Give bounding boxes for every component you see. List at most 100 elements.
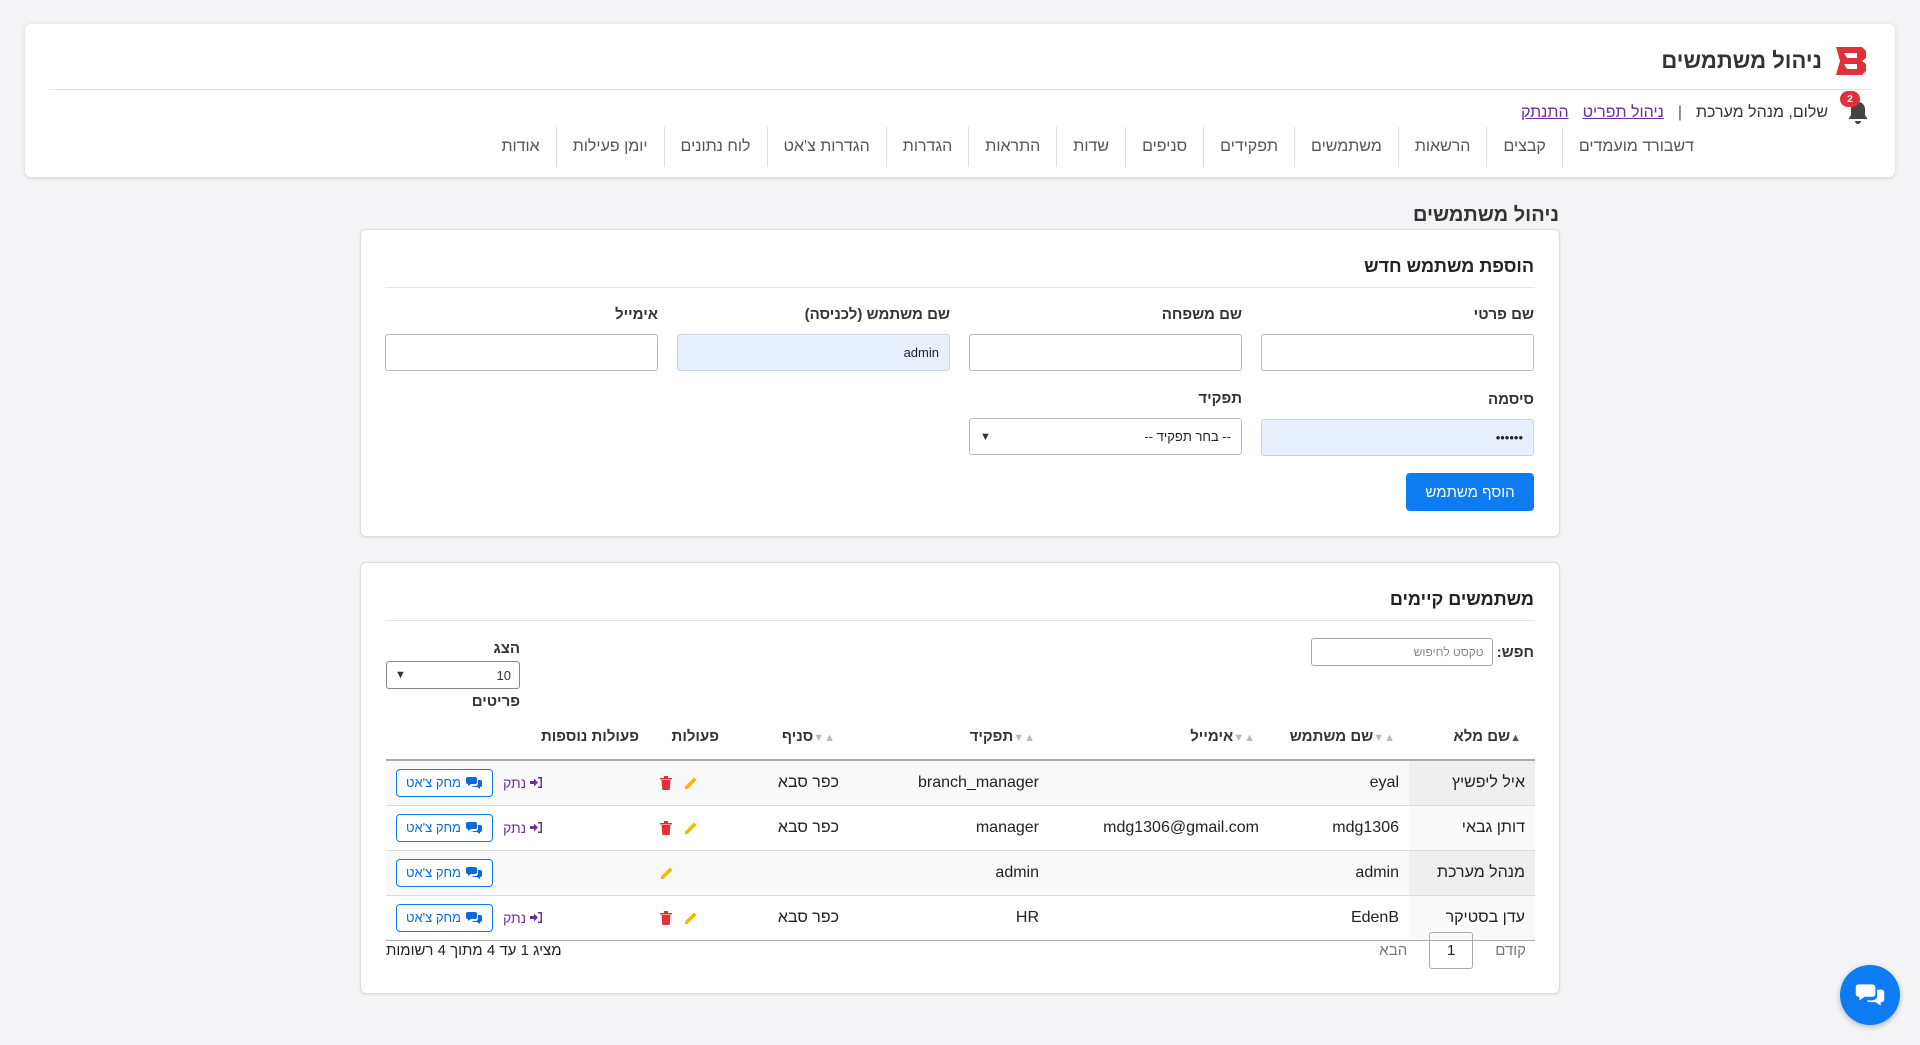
brand-logo[interactable] — [1832, 44, 1870, 78]
pencil-icon — [685, 822, 697, 834]
nav-about[interactable]: אודות — [485, 127, 555, 167]
page-length: הצג 10 ▼ פריטים — [386, 640, 520, 710]
sort-asc-icon: ▲ — [1510, 731, 1521, 744]
role-select[interactable]: -- בחר תפקיד -- ▼ — [969, 418, 1242, 455]
main-nav: דשבורד מועמדים קבצים הרשאות משתמשים תפקי… — [485, 127, 1710, 167]
username-input[interactable] — [677, 334, 950, 371]
col-username[interactable]: ▲▼שם משתמש — [1269, 713, 1409, 761]
page-length-select[interactable]: 10 ▼ — [386, 661, 520, 689]
col-role[interactable]: ▲▼תפקיד — [849, 713, 1049, 761]
cell-role: branch_manager — [849, 760, 1049, 806]
delete-button[interactable] — [659, 820, 673, 836]
pagination: קודם 1 הבא — [1371, 932, 1534, 969]
first-name-input[interactable] — [1261, 334, 1534, 371]
nav-candidates-dashboard[interactable]: דשבורד מועמדים — [1561, 127, 1710, 167]
clear-chat-button[interactable]: מחק צ'אט — [396, 768, 493, 797]
role-label: תפקיד — [1198, 390, 1242, 407]
nav-data-board[interactable]: לוח נתונים — [663, 127, 767, 167]
disconnect-button[interactable]: נתק — [503, 820, 544, 836]
disconnect-label: נתק — [502, 909, 527, 926]
clear-chat-label: מחק צ'אט — [406, 820, 461, 835]
trash-icon — [660, 910, 672, 925]
cell-branch: כפר סבא — [729, 895, 849, 941]
app-title: ניהול משתמשים — [1661, 48, 1822, 73]
nav-users[interactable]: משתמשים — [1294, 127, 1398, 167]
sign-out-icon — [530, 822, 543, 833]
clear-chat-button[interactable]: מחק צ'אט — [396, 903, 493, 932]
logout-link[interactable]: התנתק — [1521, 104, 1569, 122]
cell-full-name: מנהל מערכת — [1409, 850, 1535, 896]
table-row: מנהל מערכת admin admin מחק צ'אט — [386, 850, 1535, 896]
edit-button[interactable] — [683, 820, 699, 836]
add-user-button[interactable]: הוסף משתמש — [1406, 473, 1534, 511]
cell-extra-actions: מחק צ'אט — [386, 850, 649, 896]
first-name-label: שם פרטי — [1473, 306, 1534, 323]
edit-button[interactable] — [683, 910, 699, 926]
cell-username: eyal — [1269, 760, 1409, 806]
nav-alerts[interactable]: התראות — [968, 127, 1056, 167]
pager-prev-button[interactable]: קודם — [1487, 942, 1534, 959]
clear-chat-button[interactable]: מחק צ'אט — [396, 858, 493, 887]
comments-icon — [465, 776, 482, 789]
chevron-down-icon: ▼ — [395, 669, 406, 681]
password-label: סיסמה — [1487, 391, 1534, 408]
pencil-icon — [685, 777, 697, 789]
comments-icon — [465, 821, 482, 834]
password-field-group: סיסמה — [1261, 391, 1534, 456]
pencil-icon — [661, 867, 673, 879]
chevron-down-icon: ▼ — [980, 430, 991, 443]
delete-button[interactable] — [659, 775, 673, 791]
search-label: חפש: — [1496, 643, 1534, 661]
pager-current-page[interactable]: 1 — [1429, 932, 1474, 969]
delete-button[interactable] — [659, 910, 673, 926]
page-title: ניהול משתמשים — [1412, 204, 1559, 226]
cell-full-name: איל ליפשיץ — [1409, 760, 1535, 806]
clear-chat-button[interactable]: מחק צ'אט — [396, 813, 493, 842]
cell-role: admin — [849, 850, 1049, 896]
nav-chat-settings[interactable]: הגדרות צ'אט — [766, 127, 886, 167]
last-name-field-group: שם משפחה — [969, 306, 1242, 371]
disconnect-label: נתק — [502, 819, 527, 836]
manage-menu-link[interactable]: ניהול תפריט — [1583, 104, 1664, 122]
sign-out-icon — [530, 777, 543, 789]
first-name-field-group: שם פרטי — [1261, 306, 1534, 371]
clear-chat-label: מחק צ'אט — [406, 865, 461, 880]
email-input[interactable] — [385, 334, 658, 371]
cell-email — [1049, 850, 1269, 896]
trash-icon — [660, 820, 672, 835]
nav-files[interactable]: קבצים — [1486, 127, 1561, 167]
user-bar: 2 שלום, מנהל מערכת | ניהול תפריט התנתק — [1521, 91, 1870, 126]
pager-next-button[interactable]: הבא — [1371, 942, 1415, 959]
edit-button[interactable] — [659, 865, 675, 881]
cell-email: mdg1306@gmail.com — [1049, 805, 1269, 851]
cell-actions — [649, 760, 729, 806]
cell-username: mdg1306 — [1269, 805, 1409, 851]
cell-branch: כפר סבא — [729, 760, 849, 806]
username-field-group: שם משתמש (לכניסה) — [677, 306, 950, 371]
col-full-name[interactable]: ▲שם מלא — [1409, 713, 1535, 761]
nav-activity-log[interactable]: יומן פעילות — [555, 127, 664, 167]
col-branch[interactable]: ▲▼סניף — [729, 713, 849, 761]
existing-users-card: משתמשים קיימים חפש: הצג 10 ▼ פריטים ▲שם … — [360, 562, 1560, 994]
col-email[interactable]: ▲▼אימייל — [1049, 713, 1269, 761]
edit-button[interactable] — [683, 775, 699, 791]
sort-icon: ▲▼ — [1013, 731, 1035, 744]
disconnect-button[interactable]: נתק — [503, 910, 544, 926]
nav-permissions[interactable]: הרשאות — [1397, 127, 1487, 167]
table-search: חפש: — [1310, 638, 1534, 666]
last-name-input[interactable] — [969, 334, 1242, 371]
sign-out-icon — [530, 912, 543, 923]
nav-settings[interactable]: הגדרות — [885, 127, 969, 167]
chat-launcher-button[interactable] — [1840, 965, 1900, 1025]
card-divider — [385, 287, 1535, 288]
password-input[interactable] — [1261, 419, 1534, 456]
disconnect-button[interactable]: נתק — [503, 775, 544, 791]
nav-fields[interactable]: שדות — [1056, 127, 1125, 167]
nav-roles[interactable]: תפקידים — [1203, 127, 1294, 167]
notifications-button[interactable]: 2 — [1840, 91, 1870, 126]
col-extra-actions: פעולות נוספות — [386, 713, 649, 761]
cell-email — [1049, 760, 1269, 806]
role-field-group: תפקיד -- בחר תפקיד -- ▼ — [969, 390, 1242, 455]
nav-branches[interactable]: סניפים — [1125, 127, 1203, 167]
search-input[interactable] — [1310, 638, 1493, 666]
